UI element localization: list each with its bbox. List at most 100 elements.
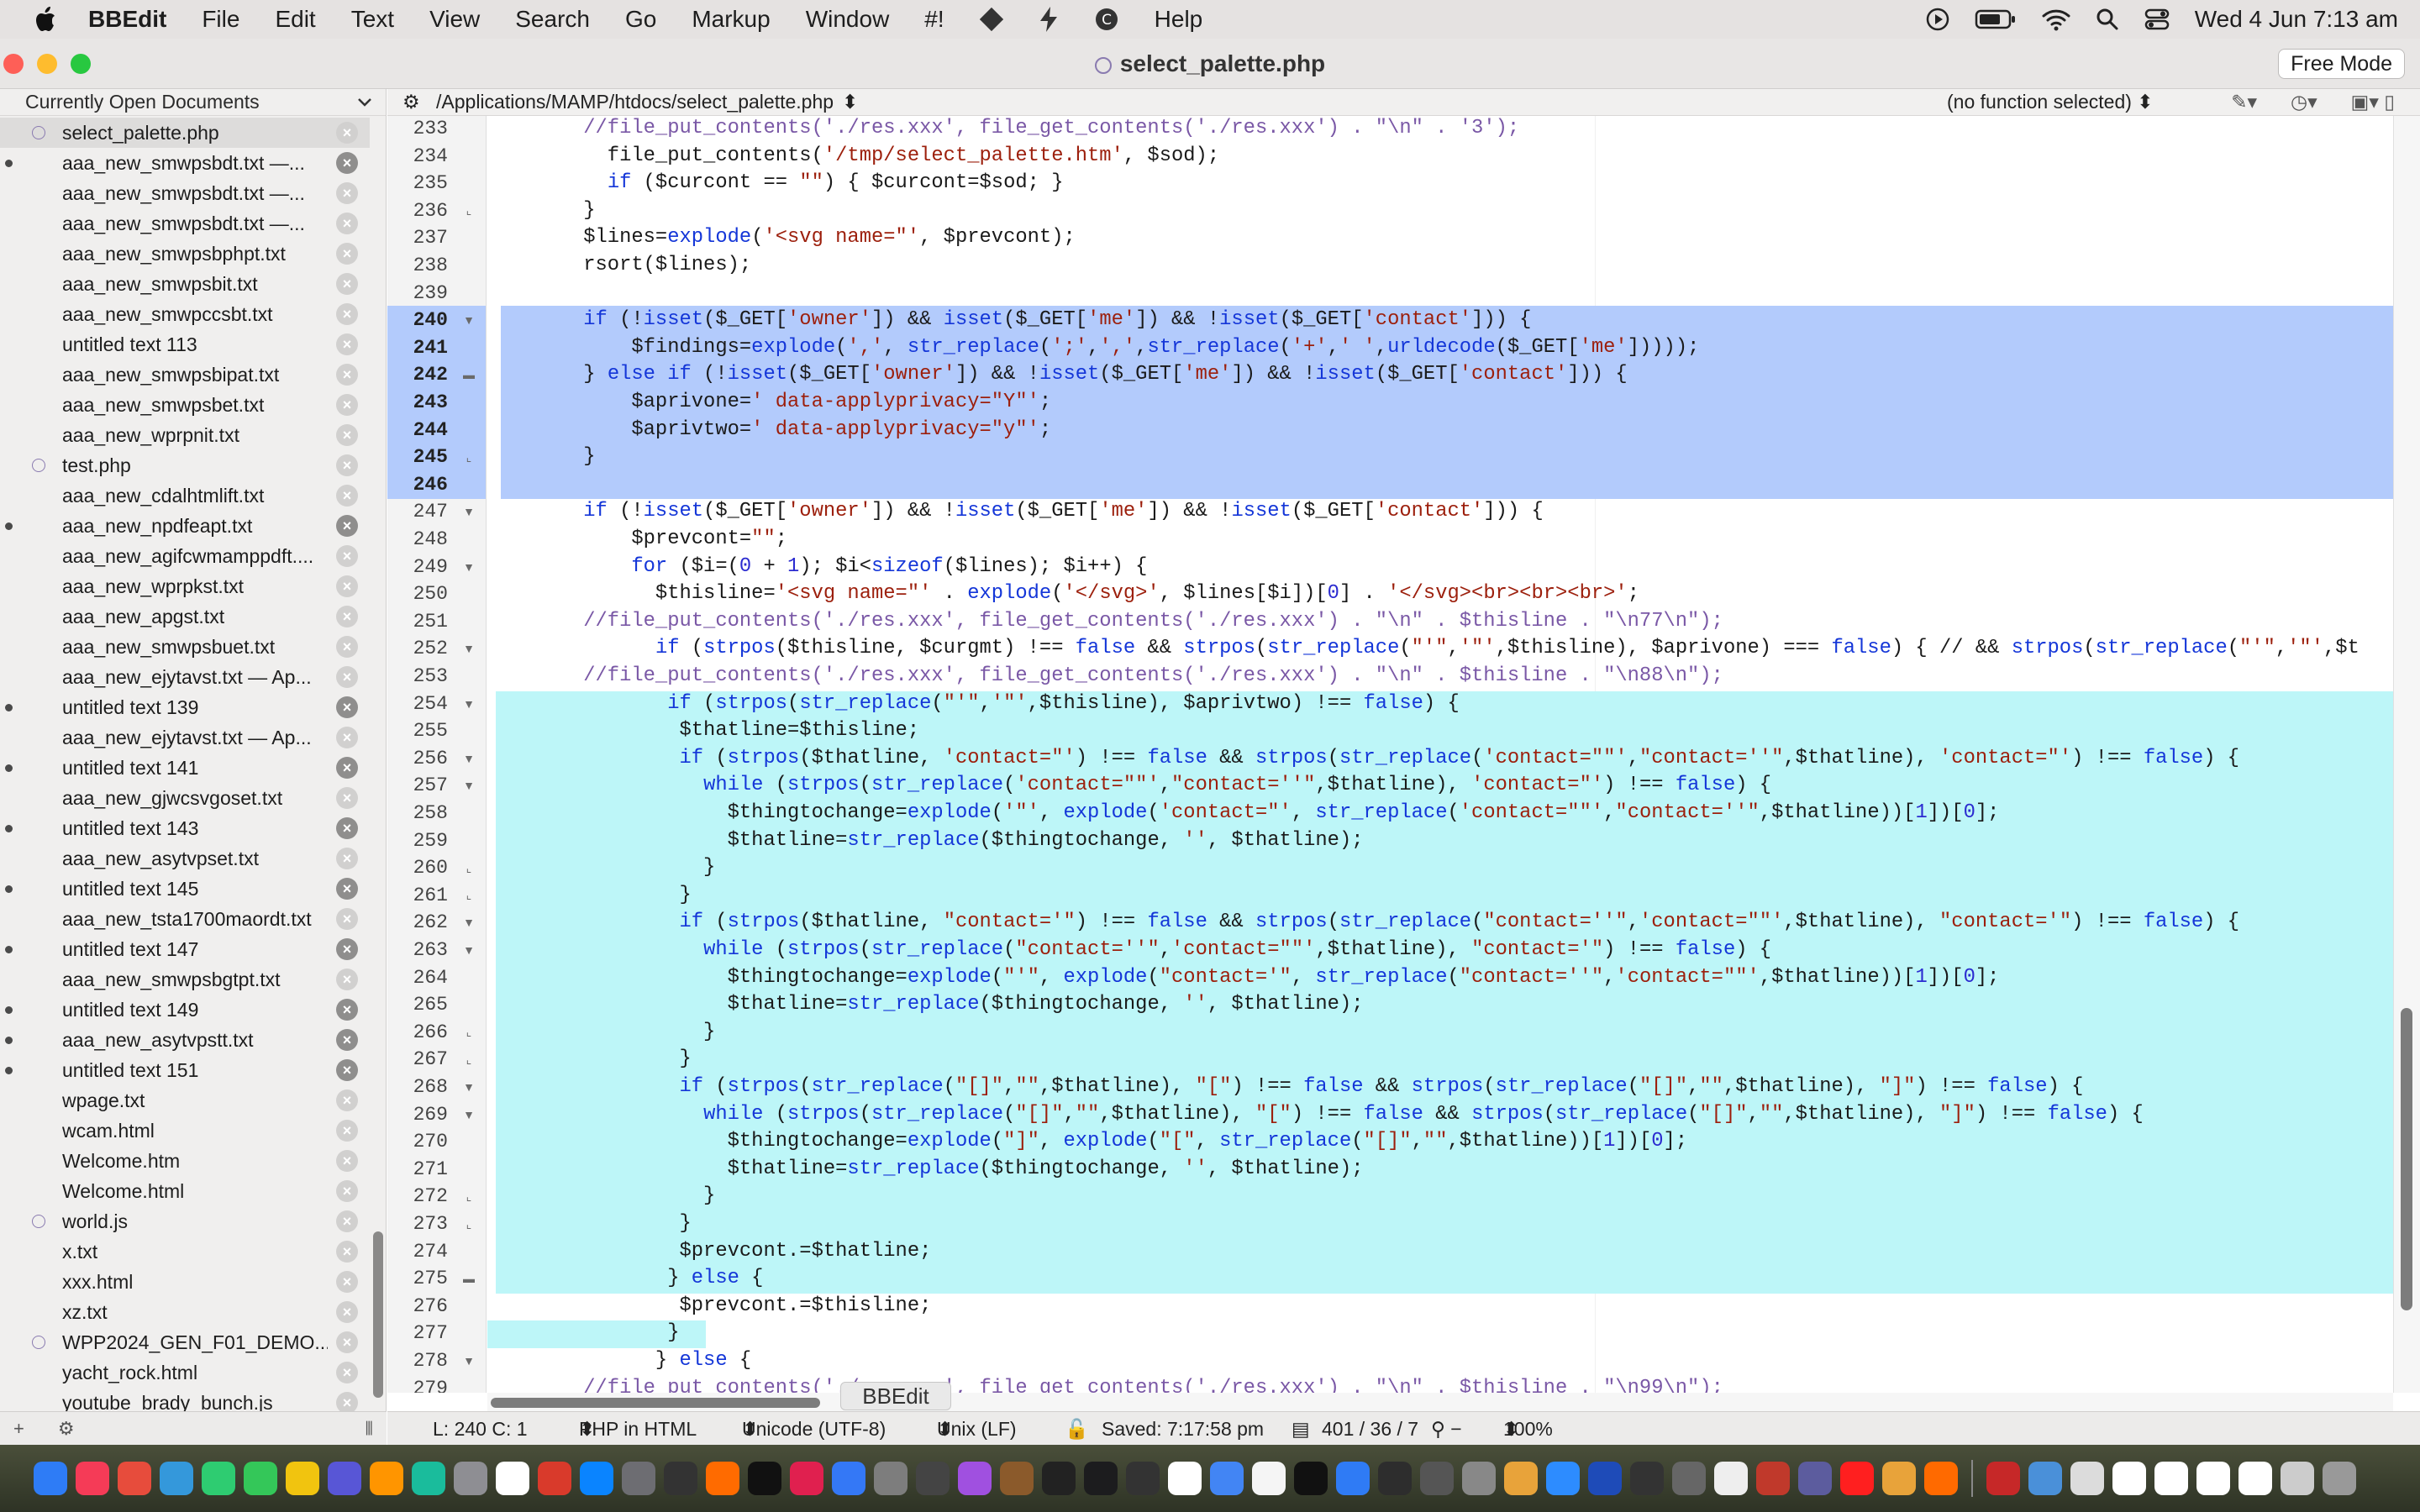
dock-app-icon[interactable] (454, 1462, 487, 1495)
dock-app-icon[interactable] (1462, 1462, 1496, 1495)
spotlight-search-icon[interactable] (2096, 8, 2119, 31)
line-number[interactable]: 275 (387, 1266, 448, 1291)
gear-icon[interactable]: ⚙ (58, 1418, 75, 1440)
battery-icon[interactable] (1975, 8, 2017, 30)
close-document-icon[interactable]: × (336, 938, 358, 960)
code-line[interactable]: for ($i=(0 + 1); $i<sizeof($lines); $i++… (487, 554, 1147, 580)
close-document-icon[interactable]: × (336, 1059, 358, 1081)
close-document-icon[interactable]: × (336, 1362, 358, 1383)
line-number[interactable]: 272 (387, 1184, 448, 1209)
line-number[interactable]: 266 (387, 1020, 448, 1045)
close-document-icon[interactable]: × (336, 666, 358, 688)
dock-app-icon[interactable] (1000, 1462, 1034, 1495)
dock-app-icon[interactable] (1840, 1462, 1874, 1495)
close-document-icon[interactable]: × (336, 1089, 358, 1111)
dock-app-icon[interactable] (1504, 1462, 1538, 1495)
menu-markup[interactable]: Markup (674, 0, 787, 39)
close-document-icon[interactable]: × (336, 243, 358, 265)
dock-app-icon[interactable] (2154, 1462, 2188, 1495)
function-popup[interactable]: (no function selected) ⬍ (1947, 91, 2154, 113)
close-document-icon[interactable]: × (336, 969, 358, 990)
document-list-item[interactable]: aaa_new_apgst.txt × (0, 601, 370, 632)
close-document-icon[interactable]: × (336, 817, 358, 839)
document-stats[interactable]: 401 / 36 / 7 (1322, 1412, 1418, 1446)
line-number[interactable]: 257 (387, 773, 448, 798)
dock-app-icon[interactable] (76, 1462, 109, 1495)
close-document-icon[interactable]: × (336, 545, 358, 567)
dock-app-icon[interactable] (202, 1462, 235, 1495)
line-number[interactable]: 249 (387, 554, 448, 580)
document-list-item[interactable]: aaa_new_smwpccsbt.txt × (0, 299, 370, 329)
dock-app-icon[interactable] (1882, 1462, 1916, 1495)
line-number[interactable]: 279 (387, 1376, 448, 1393)
fold-end-icon[interactable]: ▬ (463, 362, 475, 387)
code-line[interactable]: $thisline='<svg name="' . explode('</svg… (487, 581, 1639, 606)
cursor-position[interactable]: L: 240 C: 1 (433, 1412, 528, 1446)
document-list-item[interactable]: aaa_new_wprpkst.txt × (0, 571, 370, 601)
code-line[interactable]: } (487, 883, 691, 908)
dock-app-icon[interactable] (1294, 1462, 1328, 1495)
dock-app-icon[interactable] (1546, 1462, 1580, 1495)
line-number[interactable]: 252 (387, 636, 448, 661)
add-icon[interactable]: + (13, 1418, 24, 1440)
document-list-item[interactable]: aaa_new_gjwcsvgoset.txt × (0, 783, 370, 813)
fold-end-icon[interactable]: ⌞ (463, 883, 475, 908)
sidebar-scrollbar[interactable] (373, 1231, 383, 1398)
gear-icon[interactable]: ⚙ (402, 91, 420, 113)
line-number[interactable]: 240 (387, 307, 448, 333)
dock-app-icon[interactable] (1798, 1462, 1832, 1495)
fold-triangle-icon[interactable]: ▼ (463, 307, 475, 333)
dock-app-icon[interactable] (916, 1462, 950, 1495)
document-list-item[interactable]: aaa_new_wprpnit.txt × (0, 420, 370, 450)
play-circle-icon[interactable] (1926, 8, 1949, 31)
code-line[interactable]: while (strpos(str_replace("[]","",$thatl… (487, 1102, 2144, 1127)
code-line[interactable]: $prevcont.=$thatline; (487, 1239, 931, 1264)
document-list-item[interactable]: aaa_new_ejytavst.txt — Ap... × (0, 662, 370, 692)
close-document-icon[interactable]: × (336, 1029, 358, 1051)
document-list-item[interactable]: aaa_new_asytvpset.txt × (0, 843, 370, 874)
document-list-item[interactable]: select_palette.php × (0, 118, 370, 148)
line-number[interactable]: 264 (387, 965, 448, 990)
code-line[interactable]: while (strpos(str_replace("contact=''",'… (487, 937, 1771, 963)
close-document-icon[interactable]: × (336, 152, 358, 174)
document-list-item[interactable]: untitled text 139 × (0, 692, 370, 722)
line-endings-popup[interactable]: Unix (LF) ⬍ (937, 1412, 1017, 1446)
horizontal-scroll-thumb[interactable] (491, 1398, 820, 1408)
lock-icon[interactable]: 🔓 (1065, 1412, 1089, 1446)
code-line[interactable]: if ($curcont == "") { $curcont=$sod; } (487, 171, 1064, 196)
document-stats-icon[interactable]: ▤ (1292, 1412, 1310, 1446)
free-mode-button[interactable]: Free Mode (2278, 49, 2405, 79)
dock-app-icon[interactable] (160, 1462, 193, 1495)
dock-app-icon[interactable] (2028, 1462, 2062, 1495)
line-number[interactable]: 246 (387, 472, 448, 497)
fold-triangle-icon[interactable]: ▼ (463, 937, 475, 963)
menu-help[interactable]: Help (1137, 0, 1221, 39)
line-number[interactable]: 251 (387, 609, 448, 634)
code-line[interactable]: $findings=explode(',', str_replace(';','… (487, 335, 1699, 360)
line-number[interactable]: 238 (387, 253, 448, 278)
dock-app-icon[interactable] (622, 1462, 655, 1495)
line-number[interactable]: 242 (387, 362, 448, 387)
close-document-icon[interactable]: × (336, 515, 358, 537)
document-icon[interactable]: ▣▾ ▯ (2351, 91, 2395, 113)
dock-app-icon[interactable] (34, 1462, 67, 1495)
code-line[interactable]: $prevcont.=$thisline; (487, 1294, 931, 1319)
git-menu-icon[interactable] (962, 8, 1021, 31)
document-list-item[interactable]: aaa_new_smwpsbuet.txt × (0, 632, 370, 662)
document-list-item[interactable]: untitled text 149 × (0, 995, 370, 1025)
document-list-item[interactable]: aaa_new_agifcwmamppdft.... × (0, 541, 370, 571)
document-list-item[interactable]: Welcome.htm × (0, 1146, 370, 1176)
fold-end-icon[interactable]: ▬ (463, 1266, 475, 1291)
line-number[interactable]: 235 (387, 171, 448, 196)
code-line[interactable]: //file_put_contents('./res.xxx', file_ge… (487, 1376, 1723, 1393)
document-list-item[interactable]: yacht_rock.html × (0, 1357, 370, 1388)
close-document-icon[interactable]: × (336, 122, 358, 144)
line-number[interactable]: 265 (387, 992, 448, 1017)
line-number[interactable]: 245 (387, 444, 448, 470)
line-number[interactable]: 277 (387, 1320, 448, 1346)
code-line[interactable]: } (487, 444, 595, 470)
code-line[interactable]: while (strpos(str_replace('contact=""',"… (487, 773, 1771, 798)
fold-triangle-icon[interactable]: ▼ (463, 773, 475, 798)
fold-end-icon[interactable]: ⌞ (463, 855, 475, 880)
line-number[interactable]: 274 (387, 1239, 448, 1264)
